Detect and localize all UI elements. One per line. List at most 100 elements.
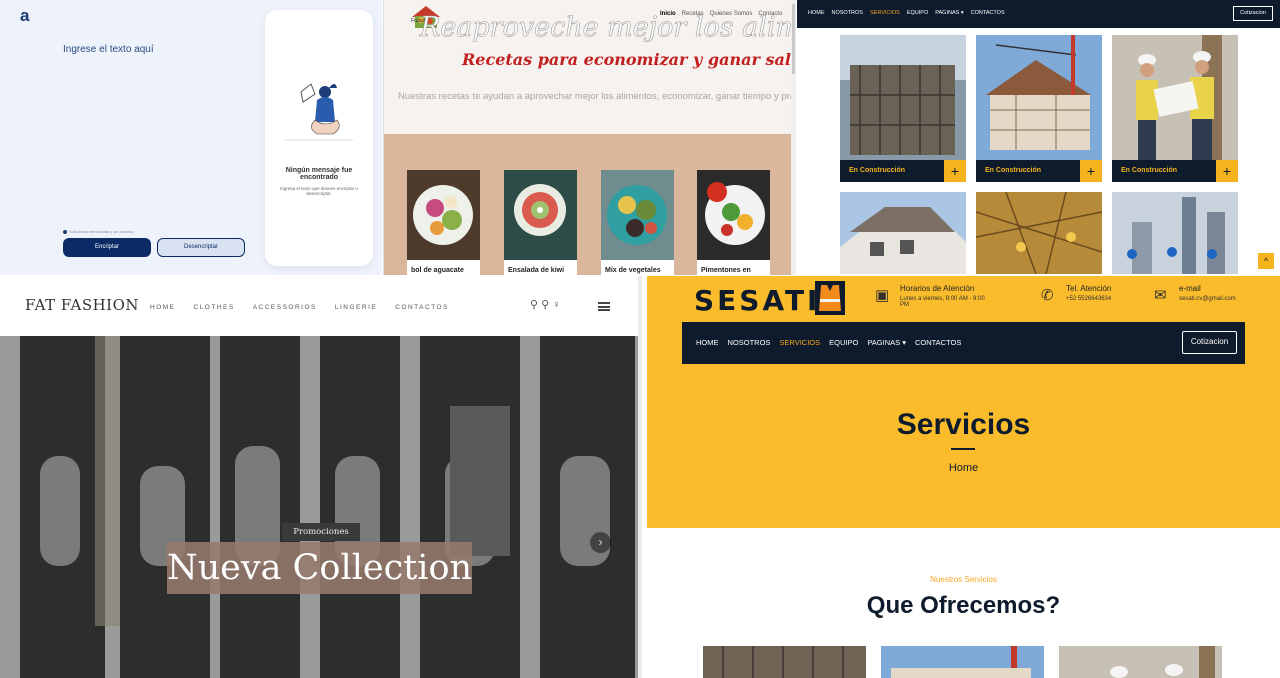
project-photo[interactable] xyxy=(1112,192,1238,274)
menu-contactos[interactable]: CONTACTOS xyxy=(395,304,449,311)
phone-number[interactable]: +52 5526643634 xyxy=(1066,296,1111,302)
sesati-navbar: HOME NOSOTROS SERVICIOS EQUIPO PAGINAS ▾ CONT… xyxy=(682,322,1245,364)
plus-icon[interactable]: + xyxy=(944,160,966,182)
user-icon[interactable]: ♀ xyxy=(552,299,560,311)
fashion-brand[interactable]: FAT FASHION xyxy=(25,296,139,314)
nav-equipo[interactable]: EQUIPO xyxy=(829,338,858,347)
bag-icon[interactable]: ⚲ xyxy=(530,299,538,311)
nav-home[interactable]: HOME xyxy=(808,10,825,16)
recipe-image xyxy=(601,170,674,260)
nav-nosotros[interactable]: NOSOTROS xyxy=(728,338,771,347)
section-subtitle: Nuestros Servicios xyxy=(930,575,997,584)
nav-equipo[interactable]: EQUIPO xyxy=(907,10,928,16)
safety-vest-logo-icon xyxy=(815,281,845,315)
scrollbar-thumb[interactable] xyxy=(792,4,795,74)
recipe-card[interactable]: bol de aguacate xyxy=(407,170,480,275)
nav-servicios[interactable]: SERVICIOS xyxy=(779,338,820,347)
fashion-site: FAT FASHION HOME CLOTHES ACCESSORIOS LINGER… xyxy=(0,276,642,678)
hero-photo xyxy=(0,336,642,678)
project-caption: En Construcción xyxy=(840,160,944,182)
phone-title: Tel. Atención xyxy=(1066,284,1112,293)
plus-icon[interactable]: + xyxy=(1080,160,1102,182)
quote-button[interactable]: Cotizacion xyxy=(1233,6,1273,21)
nav-contactos[interactable]: CONTACTOS xyxy=(971,10,1005,16)
message-input[interactable]: Ingrese el texto aquí xyxy=(63,44,154,55)
encryptor-app: a Ingrese el texto aquí Solo letras minú… xyxy=(0,0,382,275)
empty-illustration xyxy=(285,83,353,141)
service-thumbnail[interactable] xyxy=(1059,646,1222,678)
menu-accesorios[interactable]: ACCESSORIOS xyxy=(253,304,317,311)
project-photo[interactable] xyxy=(976,192,1102,274)
empty-title: Ningún mensaje fue encontrado xyxy=(285,167,353,181)
hamburger-menu-icon[interactable] xyxy=(598,302,610,311)
recipes-site: Frutas Inicio Recetas Quienes Somos Contact… xyxy=(383,0,796,275)
recipe-image xyxy=(407,170,480,260)
scrollbar[interactable] xyxy=(638,276,642,678)
recipe-title: Pimentones en xyxy=(701,267,751,274)
menu-lingerie[interactable]: LINGERIE xyxy=(335,304,377,311)
plus-icon[interactable]: + xyxy=(1216,160,1238,182)
project-photo[interactable] xyxy=(840,192,966,274)
recipe-card[interactable]: Pimentones en xyxy=(697,170,770,275)
nav-contactos[interactable]: CONTACTOS xyxy=(915,338,961,347)
empty-description: Ingresa el texto que desees encriptar o … xyxy=(280,186,358,196)
breadcrumb-home[interactable]: Home xyxy=(647,462,1280,474)
title-divider xyxy=(951,448,975,450)
project-card[interactable]: En Construcción + xyxy=(976,35,1102,182)
service-thumbnail[interactable] xyxy=(881,646,1044,678)
sesati-nav-links: HOME NOSOTROS SERVICIOS EQUIPO PAGINAS ▾ CONT… xyxy=(696,338,970,347)
phone-info: ✆ Tel. Atención +52 5526643634 xyxy=(1041,284,1112,304)
sesati-brand[interactable]: SESATI xyxy=(694,284,820,317)
service-thumbnail[interactable] xyxy=(703,646,866,678)
decrypt-button[interactable]: Desencriptar xyxy=(157,238,245,257)
output-card: Ningún mensaje fue encontrado Ingresa el… xyxy=(265,10,373,266)
hours-info: ▣ Horarios de Atención Lunes a viernes, … xyxy=(875,284,990,308)
hours-title: Horarios de Atención xyxy=(900,284,975,293)
gallery-nav-links: HOME NOSOTROS SERVICIOS EQUIPO PAGINAS ▾ CONT… xyxy=(808,10,1012,16)
project-caption: En Construcción xyxy=(976,160,1080,182)
cart-icon[interactable]: ⚲ xyxy=(541,299,549,311)
project-photo xyxy=(976,35,1102,160)
nav-paginas[interactable]: PAGINAS ▾ xyxy=(867,338,906,347)
gallery-navbar: HOME NOSOTROS SERVICIOS EQUIPO PAGINAS ▾ CONT… xyxy=(797,0,1280,28)
recipe-card[interactable]: Mix de vegetales xyxy=(601,170,674,275)
recipes-tagline: Nuestras recetas te ayudan a aprovechar … xyxy=(398,91,796,102)
promo-label: Promociones xyxy=(282,523,360,541)
collection-title: Nueva Collection xyxy=(167,542,472,594)
section-title: Que Ofrecemos? xyxy=(866,592,1061,619)
nav-servicios[interactable]: SERVICIOS xyxy=(870,10,900,16)
encrypt-button[interactable]: Encriptar xyxy=(63,238,151,257)
scrollbar[interactable] xyxy=(791,0,796,275)
project-caption: En Construcción xyxy=(1112,160,1216,182)
recipe-image xyxy=(504,170,577,260)
nav-nosotros[interactable]: NOSOTROS xyxy=(832,10,863,16)
email-title: e-mail xyxy=(1179,284,1201,293)
project-photo xyxy=(1112,35,1238,160)
recipes-subheadline: Recetas para economizar y ganar salud xyxy=(462,50,796,69)
email-address[interactable]: sesati.cv@gmail.com xyxy=(1179,296,1236,302)
project-card[interactable]: En Construcción + xyxy=(1112,35,1238,182)
recipe-card[interactable]: Ensalada de kiwi xyxy=(504,170,577,275)
header-icons: ⚲ ⚲ ♀ xyxy=(530,298,561,311)
input-note: Solo letras minúsculas y sin acentos xyxy=(63,229,133,234)
back-to-top-button[interactable]: ^ xyxy=(1258,253,1274,269)
nav-paginas[interactable]: PAGINAS ▾ xyxy=(935,10,963,16)
recipe-title: Ensalada de kiwi xyxy=(508,267,565,274)
email-icon: ✉ xyxy=(1154,287,1167,304)
page-title: Servicios xyxy=(896,408,1031,441)
info-icon xyxy=(63,229,67,234)
recipes-headline: Reaproveche mejor los alimentos xyxy=(420,12,796,44)
app-logo[interactable]: a xyxy=(20,6,29,26)
recipe-image xyxy=(697,170,770,260)
project-card[interactable]: En Construcción + xyxy=(840,35,966,182)
menu-home[interactable]: HOME xyxy=(150,304,176,311)
chevron-right-icon[interactable]: › xyxy=(590,532,611,553)
fashion-header: FAT FASHION HOME CLOTHES ACCESSORIOS LINGER… xyxy=(0,276,642,336)
project-photo xyxy=(840,35,966,160)
recipe-title: bol de aguacate xyxy=(411,267,464,274)
nav-home[interactable]: HOME xyxy=(696,338,719,347)
fashion-menu: HOME CLOTHES ACCESSORIOS LINGERIE CONTACTOS xyxy=(150,304,467,311)
menu-clothes[interactable]: CLOTHES xyxy=(194,304,235,311)
email-info: ✉ e-mail sesati.cv@gmail.com xyxy=(1154,284,1236,304)
quote-button[interactable]: Cotizacion xyxy=(1182,331,1237,354)
